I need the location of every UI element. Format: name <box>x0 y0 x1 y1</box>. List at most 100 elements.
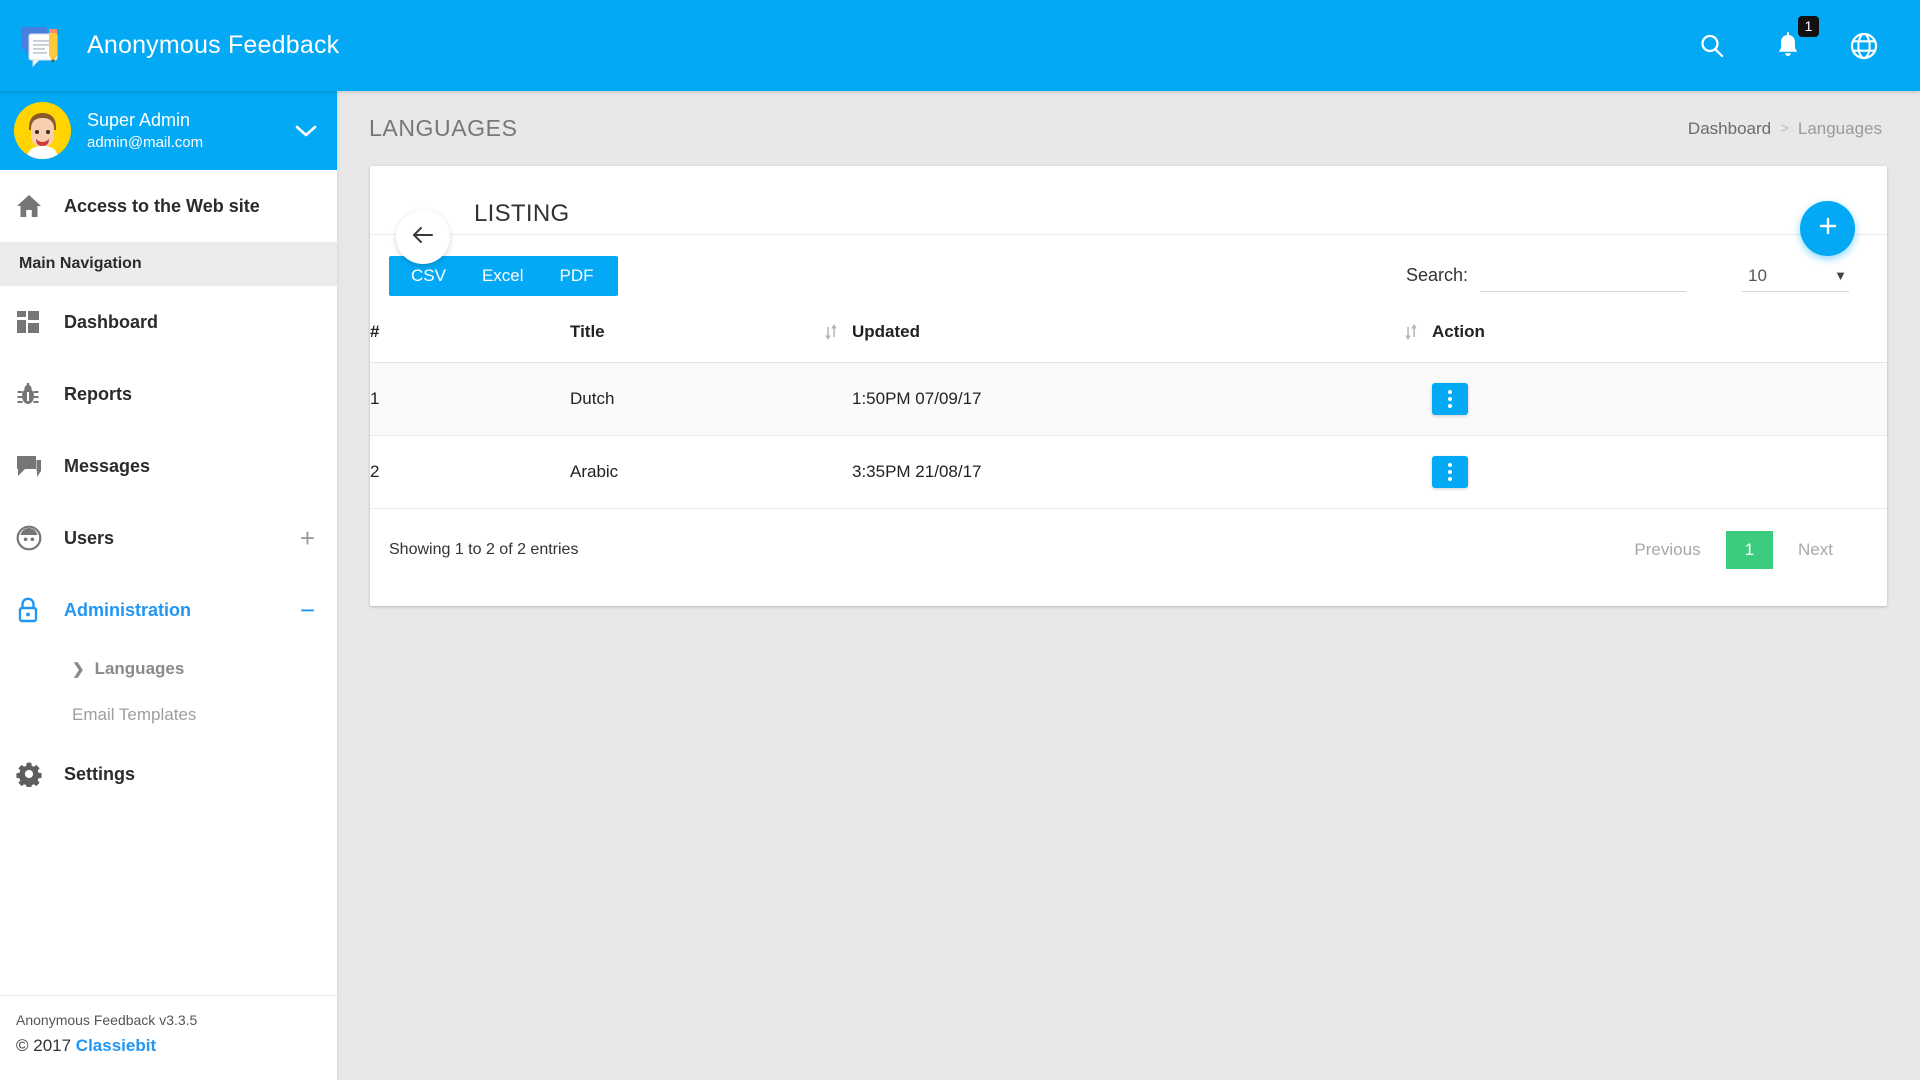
globe-icon[interactable] <box>1846 28 1882 64</box>
kebab-menu-icon[interactable] <box>1432 383 1468 415</box>
cell-action <box>1432 435 1887 509</box>
sidebar-item-administration[interactable]: Administration − <box>0 574 337 646</box>
company-link[interactable]: Classiebit <box>76 1036 156 1055</box>
sidebar-item-add-users[interactable]: + <box>300 525 315 551</box>
cell-title: Dutch <box>570 362 852 436</box>
column-header-number[interactable]: # <box>370 308 570 363</box>
kebab-menu-icon[interactable] <box>1432 456 1468 488</box>
home-icon <box>16 193 56 219</box>
column-label: # <box>370 322 380 341</box>
table-head: # Title Updated Action <box>370 308 1887 363</box>
sidebar-item-label: Dashboard <box>64 311 159 332</box>
sidebar-item-messages[interactable]: Messages <box>0 430 337 502</box>
sort-updown-icon <box>824 323 852 341</box>
page-length-select[interactable]: 10 ▼ <box>1742 261 1849 292</box>
column-header-updated[interactable]: Updated <box>852 308 1432 363</box>
cell-number: 2 <box>370 435 570 509</box>
brand-area[interactable]: Anonymous Feedback <box>0 0 340 91</box>
column-label: Action <box>1432 322 1485 341</box>
export-pdf-button[interactable]: PDF <box>541 256 618 296</box>
search-input[interactable] <box>1480 260 1686 292</box>
user-avatar <box>14 102 71 159</box>
user-meta: Super Admin admin@mail.com <box>87 109 293 152</box>
notification-badge: 1 <box>1798 15 1819 37</box>
sidebar-item-label: Settings <box>64 763 136 784</box>
kebab-dot <box>1448 470 1452 474</box>
cell-title: Arabic <box>570 435 852 509</box>
sidebar-item-label: Administration <box>64 599 192 620</box>
page-header: LANGUAGES Dashboard > Languages <box>337 91 1920 166</box>
sidebar-item-email-templates[interactable]: Email Templates <box>0 692 337 738</box>
page-length-value: 10 <box>1748 265 1767 285</box>
bell-icon[interactable]: 1 <box>1770 15 1819 64</box>
sidebar-section-header: Main Navigation <box>0 242 337 286</box>
page-title: LANGUAGES <box>369 115 518 141</box>
sidebar-item-label: Reports <box>64 383 133 404</box>
breadcrumb: Dashboard > Languages <box>1688 119 1882 139</box>
gear-icon <box>16 761 56 787</box>
top-header-bar: Anonymous Feedback 1 <box>0 0 1920 91</box>
topbar-actions: 1 <box>1694 0 1920 91</box>
dashboard-grid-icon <box>16 310 56 334</box>
pagination-page-1[interactable]: 1 <box>1725 531 1774 569</box>
user-name: Super Admin <box>87 110 191 130</box>
sidebar-item-label: Access to the Web site <box>64 195 260 216</box>
sidebar-item-reports[interactable]: Reports <box>0 358 337 430</box>
listing-card: LISTING CSV Excel PDF Search: 10 ▼ # Tit… <box>370 166 1887 606</box>
copyright-line: © 2017 Classiebit <box>16 1033 337 1059</box>
sidebar-item-settings[interactable]: Settings <box>0 738 337 810</box>
cell-number: 1 <box>370 362 570 436</box>
table-row[interactable]: 1 Dutch 1:50PM 07/09/17 <box>370 362 1887 436</box>
sidebar-item-languages[interactable]: ❯ Languages <box>0 646 337 692</box>
sidebar-footer: Anonymous Feedback v3.3.5 © 2017 Classie… <box>0 994 337 1080</box>
breadcrumb-dashboard[interactable]: Dashboard <box>1688 119 1771 139</box>
sidebar-subitem-label: Email Templates <box>72 705 197 724</box>
plus-icon <box>1816 214 1840 243</box>
pagination-next[interactable]: Next <box>1782 531 1849 569</box>
sidebar-item-access-web-site[interactable]: Access to the Web site <box>0 170 337 242</box>
lock-icon <box>16 597 56 623</box>
table-footer: Showing 1 to 2 of 2 entries Previous 1 N… <box>370 509 1887 599</box>
column-label: Updated <box>852 322 920 341</box>
feedback-document-pencil-logo <box>18 21 68 71</box>
table-row[interactable]: 2 Arabic 3:35PM 21/08/17 <box>370 435 1887 509</box>
export-excel-button[interactable]: Excel <box>463 256 542 296</box>
sidebar-item-label: Users <box>64 527 115 548</box>
kebab-dot <box>1448 477 1452 481</box>
table-header-row: # Title Updated Action <box>370 308 1887 363</box>
search-label: Search: <box>1405 264 1468 285</box>
column-label: Title <box>570 322 605 341</box>
brand-title: Anonymous Feedback <box>87 31 340 59</box>
entries-info: Showing 1 to 2 of 2 entries <box>389 541 579 558</box>
user-circle-icon <box>16 525 56 551</box>
search-area: Search: <box>1405 260 1686 292</box>
cell-action <box>1432 362 1887 436</box>
sidebar-item-label: Messages <box>64 455 151 476</box>
search-icon[interactable] <box>1694 28 1730 64</box>
breadcrumb-separator: > <box>1780 120 1789 137</box>
sidebar-item-collapse[interactable]: − <box>300 597 315 623</box>
chat-icon <box>16 454 56 478</box>
column-header-title[interactable]: Title <box>570 308 852 363</box>
sort-updown-icon <box>1404 323 1432 341</box>
kebab-dot <box>1448 463 1452 467</box>
chevron-right-icon: ❯ <box>72 661 85 678</box>
sidebar-item-users[interactable]: Users + <box>0 502 337 574</box>
sidebar-user-panel[interactable]: Super Admin admin@mail.com <box>0 91 337 170</box>
back-button[interactable] <box>396 210 450 264</box>
caret-down-icon: ▼ <box>1834 268 1847 283</box>
app-version: Anonymous Feedback v3.3.5 <box>16 1011 198 1028</box>
chevron-down-icon[interactable] <box>293 124 319 138</box>
sidebar-subitem-label: Languages <box>94 659 185 678</box>
breadcrumb-current: Languages <box>1797 118 1882 138</box>
pagination-previous[interactable]: Previous <box>1618 531 1716 569</box>
sidebar-item-dashboard[interactable]: Dashboard <box>0 286 337 358</box>
copyright-text: © 2017 <box>16 1035 76 1055</box>
arrow-left-icon <box>411 225 435 250</box>
sidebar: Super Admin admin@mail.com Access to the… <box>0 91 337 1080</box>
add-language-button[interactable] <box>1800 201 1855 256</box>
kebab-dot <box>1448 397 1452 401</box>
card-title: LISTING <box>474 200 570 227</box>
kebab-dot <box>1448 404 1452 408</box>
user-email: admin@mail.com <box>87 133 204 151</box>
